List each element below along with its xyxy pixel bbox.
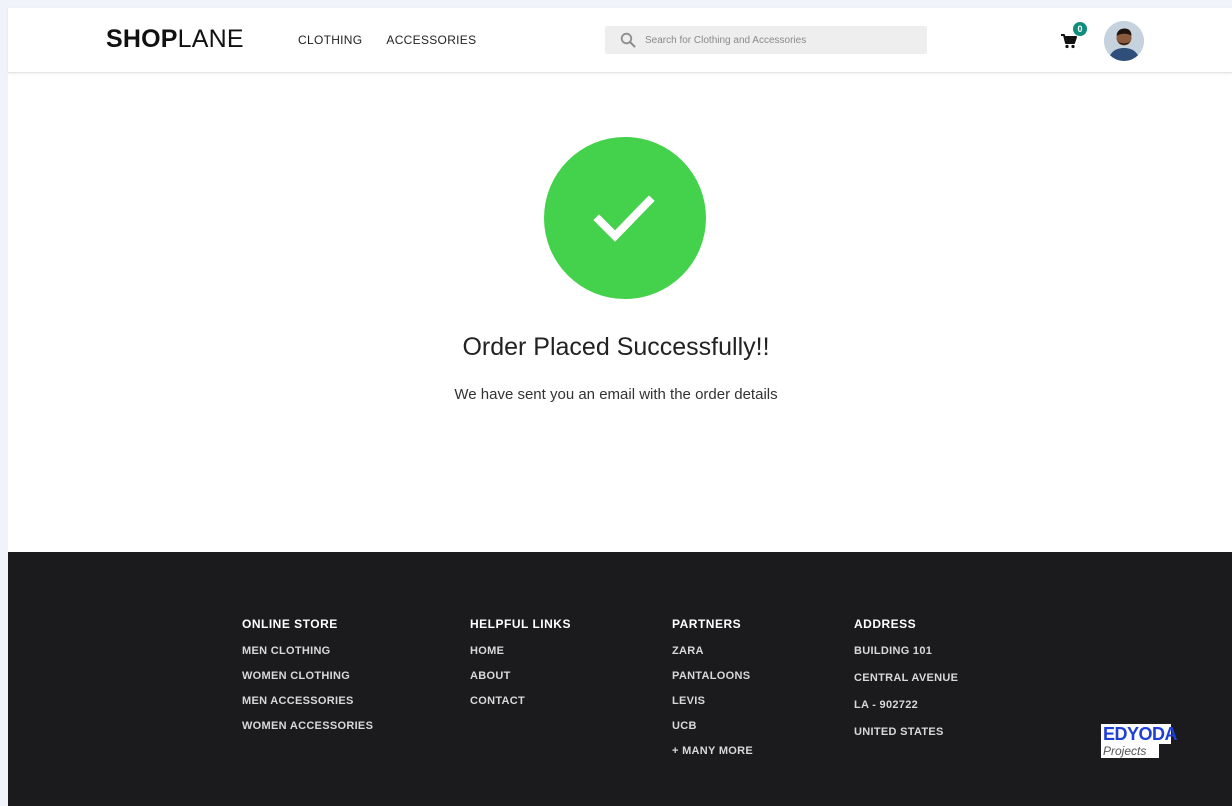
search-input[interactable]	[645, 26, 915, 54]
footer-link-home[interactable]: HOME	[470, 645, 571, 658]
footer-heading: HELPFUL LINKS	[470, 617, 571, 631]
address-line: LA - 902722	[854, 699, 919, 711]
edyoda-badge-subtitle: Projects	[1101, 744, 1159, 758]
footer-link-levis[interactable]: LEVIS	[672, 695, 753, 708]
footer-link-men-accessories[interactable]: MEN ACCESSORIES	[242, 695, 373, 708]
footer-heading: ONLINE STORE	[242, 617, 338, 631]
edyoda-projects-badge: EDYODA Projects	[1101, 724, 1178, 766]
footer-link-women-clothing[interactable]: WOMEN CLOTHING	[242, 670, 373, 683]
user-avatar-image	[1104, 21, 1144, 61]
footer-link-ucb[interactable]: UCB	[672, 720, 753, 733]
order-success-subtitle: We have sent you an email with the order…	[454, 386, 778, 403]
user-avatar[interactable]	[1104, 21, 1144, 61]
site-footer: ONLINE STORE MEN CLOTHING WOMEN CLOTHING…	[8, 552, 1232, 806]
footer-link-about[interactable]: ABOUT	[470, 670, 571, 683]
footer-link-contact[interactable]: CONTACT	[470, 695, 571, 708]
footer-link-men-clothing[interactable]: MEN CLOTHING	[242, 645, 373, 658]
search-icon	[620, 32, 636, 48]
search-bar	[605, 26, 927, 54]
footer-link-pantaloons[interactable]: PANTALOONS	[672, 670, 753, 683]
success-check-circle	[544, 137, 706, 299]
cart-count-badge: 0	[1073, 22, 1087, 36]
footer-col-helpful-links: HELPFUL LINKS HOME ABOUT CONTACT	[470, 617, 571, 720]
footer-link-many-more[interactable]: + MANY MORE	[672, 745, 753, 758]
check-icon	[593, 195, 655, 242]
cart-button[interactable]: 0	[1061, 22, 1089, 54]
nav-accessories[interactable]: ACCESSORIES	[386, 33, 476, 47]
footer-col-online-store: ONLINE STORE MEN CLOTHING WOMEN CLOTHING…	[242, 617, 373, 745]
edyoda-badge-title: EDYODA	[1101, 724, 1178, 744]
shoplane-logo[interactable]: SHOP LANE	[106, 25, 244, 54]
footer-link-women-accessories[interactable]: WOMEN ACCESSORIES	[242, 720, 373, 733]
logo-light-text: LANE	[177, 25, 244, 53]
top-navbar: SHOPLANE CLOTHING ACCESSORIES 0	[8, 8, 1232, 73]
main-nav: CLOTHING ACCESSORIES	[298, 33, 476, 47]
address-line: CENTRAL AVENUE	[854, 672, 959, 684]
footer-col-address: ADDRESS BUILDING 101 CENTRAL AVENUE LA -…	[854, 617, 958, 753]
footer-link-zara[interactable]: ZARA	[672, 645, 753, 658]
footer-heading: PARTNERS	[672, 617, 742, 631]
footer-heading: ADDRESS	[854, 617, 917, 631]
address-line: UNITED STATES	[854, 726, 944, 738]
cart-icon	[1061, 34, 1077, 49]
nav-clothing[interactable]: CLOTHING	[298, 33, 362, 47]
address-line: BUILDING 101	[854, 645, 933, 657]
footer-col-partners: PARTNERS ZARA PANTALOONS LEVIS UCB + MAN…	[672, 617, 753, 770]
logo-bold-text: SHOP	[106, 25, 178, 53]
order-success-title: Order Placed Successfully!!	[462, 333, 770, 361]
